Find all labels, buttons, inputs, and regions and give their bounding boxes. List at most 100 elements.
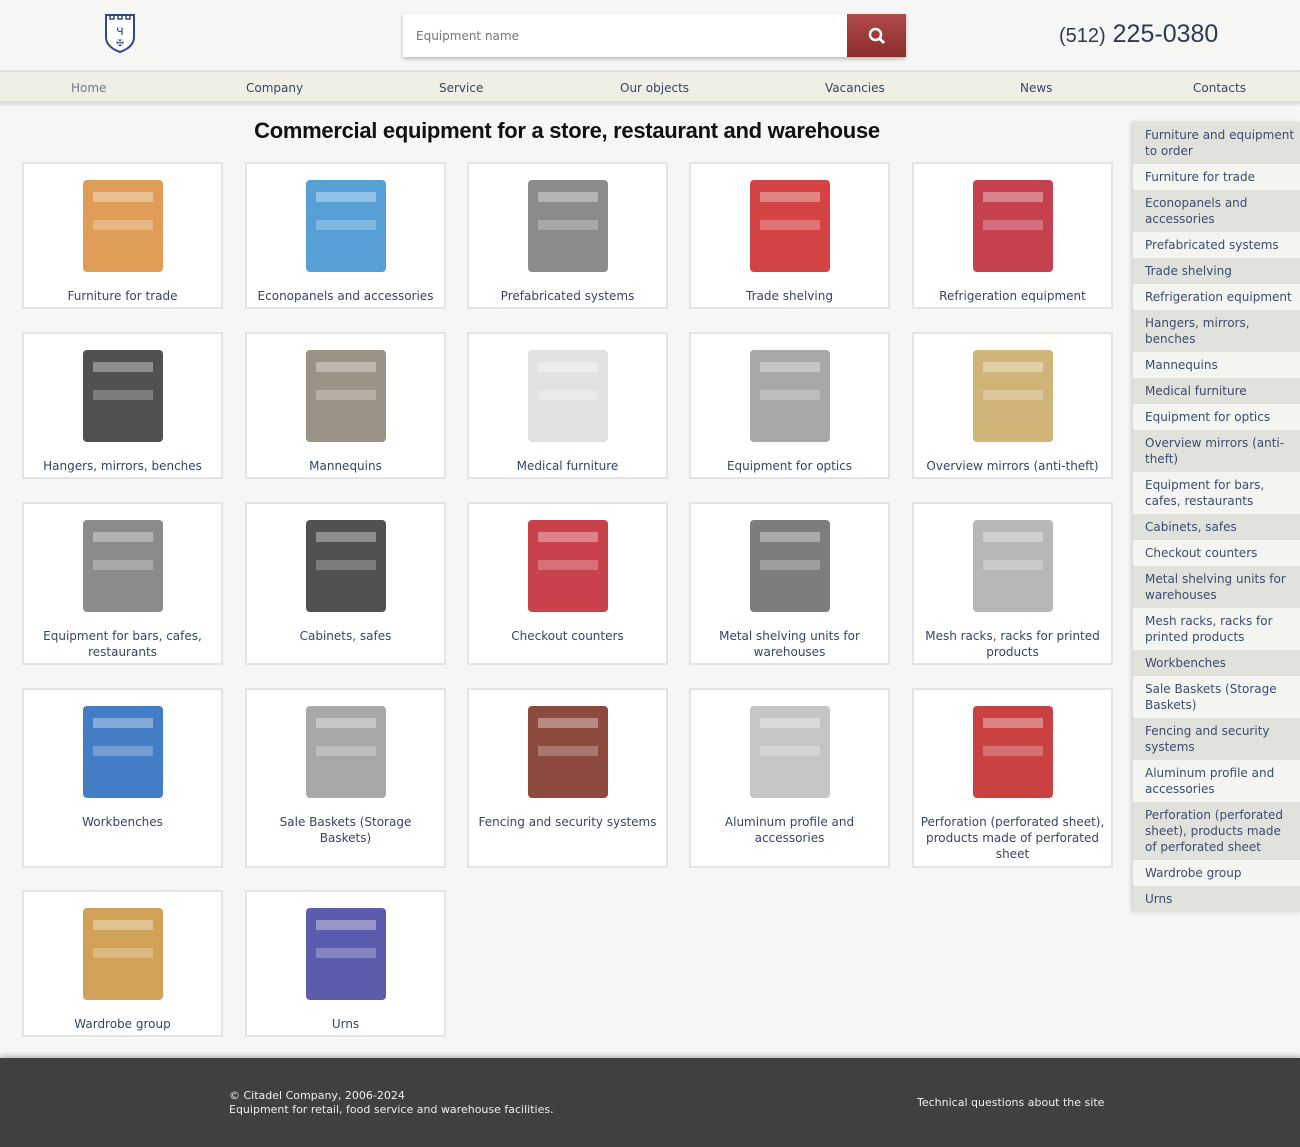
product-card[interactable]: Cabinets, safes [245,502,446,665]
product-image[interactable] [938,340,1088,452]
nav-company[interactable]: Company [246,81,303,95]
sidebar-item[interactable]: Urns [1133,886,1300,912]
sidebar-item[interactable]: Equipment for optics [1133,404,1300,430]
product-image[interactable] [938,510,1088,622]
sidebar-item[interactable]: Fencing and security systems [1133,718,1300,760]
product-label[interactable]: Workbenches [30,814,215,830]
product-card[interactable]: Hangers, mirrors, benches [22,332,223,479]
product-card[interactable]: Furniture for trade [22,162,223,309]
product-image[interactable] [493,696,643,808]
product-image[interactable] [938,170,1088,282]
product-image[interactable] [48,696,198,808]
sidebar-item[interactable]: Furniture for trade [1133,164,1300,190]
product-label[interactable]: Overview mirrors (anti-theft) [920,458,1105,474]
product-card[interactable]: Urns [245,890,446,1037]
sidebar-item[interactable]: Sale Baskets (Storage Baskets) [1133,676,1300,718]
sidebar-item[interactable]: Workbenches [1133,650,1300,676]
product-label[interactable]: Aluminum profile and accessories [697,814,882,846]
product-card[interactable]: Sale Baskets (Storage Baskets) [245,688,446,868]
product-label[interactable]: Econopanels and accessories [253,288,438,304]
product-label[interactable]: Wardrobe group [30,1016,215,1032]
nav-news[interactable]: News [1020,81,1052,95]
product-card[interactable]: Mannequins [245,332,446,479]
product-card[interactable]: Refrigeration equipment [912,162,1113,309]
product-card[interactable]: Trade shelving [689,162,890,309]
product-label[interactable]: Furniture for trade [30,288,215,304]
sidebar-item[interactable]: Hangers, mirrors, benches [1133,310,1300,352]
product-label[interactable]: Cabinets, safes [253,628,438,644]
product-label[interactable]: Equipment for optics [697,458,882,474]
sidebar-item[interactable]: Cabinets, safes [1133,514,1300,540]
product-card[interactable]: Wardrobe group [22,890,223,1037]
tech-questions-link[interactable]: Technical questions about the site [917,1096,1104,1109]
nav-service[interactable]: Service [439,81,483,95]
product-image[interactable] [493,340,643,452]
nav-contacts[interactable]: Contacts [1193,81,1246,95]
product-image[interactable] [271,170,421,282]
product-card[interactable]: Perforation (perforated sheet), products… [912,688,1113,868]
sidebar-item[interactable]: Mesh racks, racks for printed products [1133,608,1300,650]
product-card[interactable]: Aluminum profile and accessories [689,688,890,868]
product-label[interactable]: Trade shelving [697,288,882,304]
product-image[interactable] [271,340,421,452]
sidebar-item[interactable]: Refrigeration equipment [1133,284,1300,310]
product-label[interactable]: Metal shelving units for warehouses [697,628,882,660]
product-label[interactable]: Perforation (perforated sheet), products… [920,814,1105,862]
sidebar-item[interactable]: Overview mirrors (anti-theft) [1133,430,1300,472]
sidebar-item[interactable]: Mannequins [1133,352,1300,378]
product-image[interactable] [715,510,865,622]
sidebar-item[interactable]: Equipment for bars, cafes, restaurants [1133,472,1300,514]
product-label[interactable]: Urns [253,1016,438,1032]
sidebar-item[interactable]: Wardrobe group [1133,860,1300,886]
product-label[interactable]: Prefabricated systems [475,288,660,304]
product-card[interactable]: Workbenches [22,688,223,868]
product-image[interactable] [48,340,198,452]
nav-home[interactable]: Home [71,81,106,95]
product-image[interactable] [715,696,865,808]
product-image[interactable] [493,170,643,282]
product-image[interactable] [271,696,421,808]
product-label[interactable]: Hangers, mirrors, benches [30,458,215,474]
product-card[interactable]: Prefabricated systems [467,162,668,309]
product-card[interactable]: Medical furniture [467,332,668,479]
product-label[interactable]: Checkout counters [475,628,660,644]
phone-number[interactable]: (512) 225-0380 [1059,20,1218,49]
sidebar-item[interactable]: Trade shelving [1133,258,1300,284]
sidebar-item[interactable]: Metal shelving units for warehouses [1133,566,1300,608]
product-card[interactable]: Equipment for optics [689,332,890,479]
product-image[interactable] [48,510,198,622]
product-label[interactable]: Refrigeration equipment [920,288,1105,304]
search-button[interactable] [847,14,906,57]
product-card[interactable]: Metal shelving units for warehouses [689,502,890,665]
logo-icon[interactable]: ч ✠ [104,13,136,54]
nav-our-objects[interactable]: Our objects [620,81,689,95]
product-image[interactable] [48,898,198,1010]
product-label[interactable]: Mesh racks, racks for printed products [920,628,1105,660]
product-card[interactable]: Econopanels and accessories [245,162,446,309]
search-input[interactable] [403,14,847,57]
sidebar-item[interactable]: Prefabricated systems [1133,232,1300,258]
sidebar-item[interactable]: Econopanels and accessories [1133,190,1300,232]
sidebar-item[interactable]: Checkout counters [1133,540,1300,566]
product-image[interactable] [493,510,643,622]
product-image[interactable] [271,898,421,1010]
product-label[interactable]: Mannequins [253,458,438,474]
product-label[interactable]: Equipment for bars, cafes, restaurants [30,628,215,660]
product-card[interactable]: Checkout counters [467,502,668,665]
product-label[interactable]: Medical furniture [475,458,660,474]
product-card[interactable]: Mesh racks, racks for printed products [912,502,1113,665]
sidebar-item[interactable]: Furniture and equipment to order [1133,122,1300,164]
product-card[interactable]: Fencing and security systems [467,688,668,868]
product-image[interactable] [715,340,865,452]
sidebar-item[interactable]: Perforation (perforated sheet), products… [1133,802,1300,860]
nav-vacancies[interactable]: Vacancies [825,81,885,95]
product-image[interactable] [938,696,1088,808]
product-image[interactable] [715,170,865,282]
sidebar-item[interactable]: Aluminum profile and accessories [1133,760,1300,802]
product-image[interactable] [271,510,421,622]
product-card[interactable]: Overview mirrors (anti-theft) [912,332,1113,479]
sidebar-item[interactable]: Medical furniture [1133,378,1300,404]
product-card[interactable]: Equipment for bars, cafes, restaurants [22,502,223,665]
product-label[interactable]: Sale Baskets (Storage Baskets) [253,814,438,846]
product-image[interactable] [48,170,198,282]
